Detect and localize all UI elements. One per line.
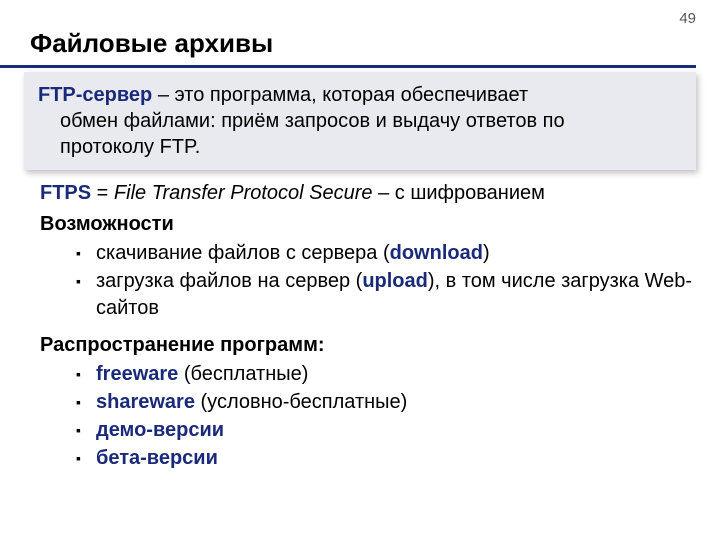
definition-line2: обмен файлами: приём запросов и выдачу о… — [38, 108, 682, 134]
dist4-term: бета-версии — [96, 447, 218, 469]
list-item: freeware (бесплатные) — [76, 361, 696, 388]
list-item: shareware (условно-бесплатные) — [76, 389, 696, 416]
dist2-term: shareware — [96, 391, 195, 413]
ftps-abbr: FTPS — [40, 182, 91, 204]
definition-term: FTP-сервер — [38, 84, 152, 106]
distribution-list: freeware (бесплатные) shareware (условно… — [40, 361, 696, 472]
slide-title: Файловые архивы — [0, 0, 696, 68]
dist2-rest: (условно-бесплатные) — [195, 391, 407, 413]
list-item: скачивание файлов c сервера (download) — [76, 240, 696, 267]
distribution-heading: Распространение программ: — [40, 332, 696, 359]
cap2-term: upload — [362, 270, 428, 292]
definition-line3: протоколу FTP. — [38, 134, 682, 160]
cap2-pre: загрузка файлов на сервер ( — [96, 270, 362, 292]
dist1-term: freeware — [96, 363, 178, 385]
ftps-line: FTPS = File Transfer Protocol Secure – с… — [40, 180, 696, 207]
cap1-post: ) — [483, 242, 490, 264]
page-number: 49 — [679, 10, 696, 27]
list-item: бета-версии — [76, 445, 696, 472]
content-area: FTPS = File Transfer Protocol Secure – с… — [40, 180, 696, 472]
capabilities-heading: Возможности — [40, 211, 696, 238]
ftps-eq: = — [91, 182, 114, 204]
list-item: загрузка файлов на сервер (upload), в то… — [76, 268, 696, 322]
list-item: демо-версии — [76, 417, 696, 444]
dist1-rest: (бесплатные) — [178, 363, 308, 385]
capabilities-list: скачивание файлов c сервера (download) з… — [40, 240, 696, 322]
ftps-tail: – с шифрованием — [373, 182, 545, 204]
definition-line1: – это программа, которая обеспечивает — [152, 84, 528, 106]
cap1-pre: скачивание файлов c сервера ( — [96, 242, 390, 264]
dist3-term: демо-версии — [96, 419, 224, 441]
cap1-term: download — [390, 242, 483, 264]
definition-box: FTP-сервер – это программа, которая обес… — [24, 72, 696, 170]
ftps-expansion: File Transfer Protocol Secure — [114, 182, 373, 204]
